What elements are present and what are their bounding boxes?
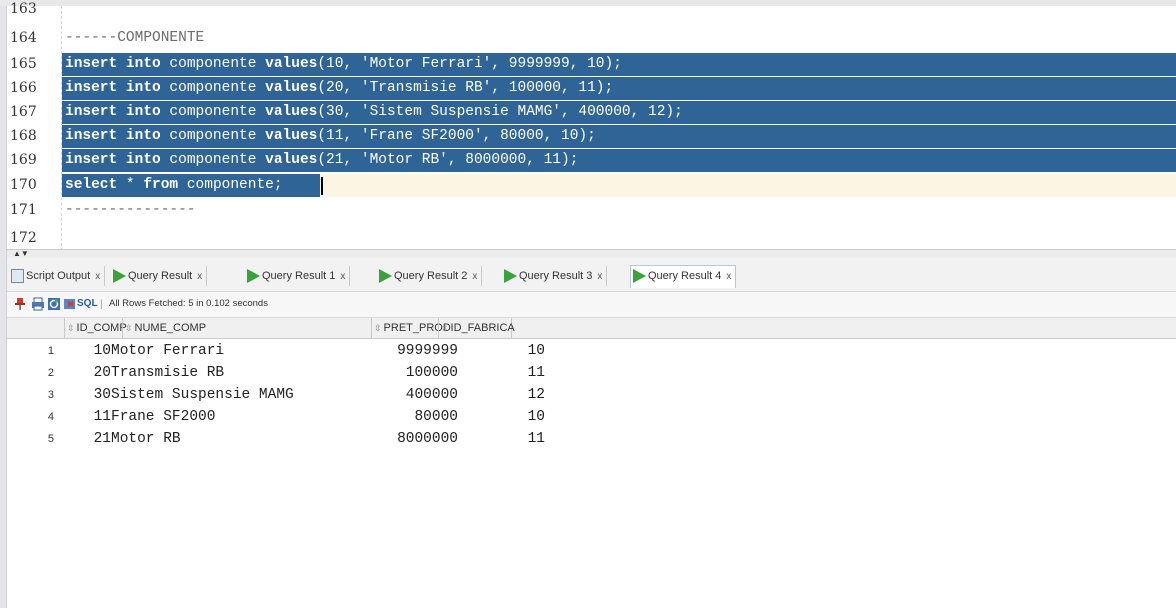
cell-id-fabrica[interactable]: 10 xyxy=(477,406,545,428)
column-header-nume-comp[interactable]: ⇳ NUME_COMP xyxy=(122,318,371,338)
close-icon[interactable]: x xyxy=(597,271,602,282)
cell-pret-prod[interactable]: 400000 xyxy=(367,384,458,406)
column-header-id-fabrica[interactable]: ⇳ ID_FABRICA xyxy=(438,318,515,338)
sort-icon[interactable]: ⇳ xyxy=(67,323,75,333)
query-result-icon xyxy=(504,269,517,284)
editor-line[interactable]: 169 insert into componente values(21, 'M… xyxy=(7,149,1176,172)
comment-text: --------------- xyxy=(65,202,196,218)
tab-query-result-1[interactable]: Query Result 1x xyxy=(245,266,351,286)
cell-pret-prod[interactable]: 80000 xyxy=(367,406,458,428)
editor-line[interactable]: 167 insert into componente values(30, 'S… xyxy=(7,101,1176,124)
cell-nume-comp[interactable]: Motor Ferrari xyxy=(111,340,224,362)
sort-icon[interactable]: ⇳ xyxy=(374,323,382,333)
close-icon[interactable]: x xyxy=(95,271,100,282)
editor-line-current[interactable]: 170 select * from componente; xyxy=(7,174,1176,197)
editor-line[interactable]: 166 insert into componente values(20, 'T… xyxy=(7,77,1176,100)
collapse-arrows-icon[interactable]: ▲▼ xyxy=(13,250,29,258)
result-tabs-bar: Script Output x Query Result x Query Resul… xyxy=(7,258,1176,292)
cell-nume-comp[interactable]: Frane SF2000 xyxy=(111,406,215,428)
selected-code: select * from componente; xyxy=(62,174,320,197)
tab-query-result-2[interactable]: Query Result 2x xyxy=(377,266,483,286)
editor-line[interactable]: 164 ------COMPONENTE xyxy=(7,27,1176,50)
cell-id-comp[interactable]: 30 xyxy=(67,384,111,406)
refresh-icon[interactable] xyxy=(47,297,61,311)
row-number: 3 xyxy=(47,389,54,401)
table-row[interactable]: 3 30 Sistem Suspensie MAMG 400000 12 xyxy=(7,384,545,406)
export-icon[interactable] xyxy=(63,297,77,311)
query-result-icon xyxy=(113,269,126,284)
pane-splitter[interactable]: ▲▼ xyxy=(7,249,1176,258)
line-number: 163 xyxy=(10,1,37,17)
line-number: 164 xyxy=(10,30,37,46)
line-number: 169 xyxy=(10,152,37,168)
cell-nume-comp[interactable]: Transmisie RB xyxy=(111,362,224,384)
cell-id-fabrica[interactable]: 10 xyxy=(477,340,545,362)
results-toolbar: SQL | All Rows Fetched: 5 in 0.102 secon… xyxy=(7,292,1176,318)
selected-code: insert into componente values(20, 'Trans… xyxy=(62,77,1176,100)
cell-nume-comp[interactable]: Motor RB xyxy=(111,428,181,450)
line-number: 167 xyxy=(10,104,37,120)
close-icon[interactable]: x xyxy=(472,271,477,282)
text-caret xyxy=(321,177,323,195)
close-icon[interactable]: x xyxy=(197,271,202,282)
tab-query-result-4[interactable]: Query Result 4x xyxy=(630,265,737,288)
selected-code: insert into componente values(11, 'Frane… xyxy=(62,125,1176,148)
table-row[interactable]: 4 11 Frane SF2000 80000 10 xyxy=(7,406,545,428)
table-row[interactable]: 5 21 Motor RB 8000000 11 xyxy=(7,428,545,450)
column-header-pret-prod[interactable]: ⇳ PRET_PROD xyxy=(371,318,451,338)
fetch-status-text: All Rows Fetched: 5 in 0.102 seconds xyxy=(109,298,268,309)
pin-icon[interactable] xyxy=(13,297,27,311)
editor-line[interactable]: 172 xyxy=(7,227,1176,250)
cell-id-fabrica[interactable]: 12 xyxy=(477,384,545,406)
grid-header-row: ⇳ ID_COMP ⇳ NUME_COMP ⇳ PRET_PROD ⇳ ID_FABRI… xyxy=(7,318,1176,339)
row-number: 1 xyxy=(47,345,54,357)
selected-code: insert into componente values(30, 'Siste… xyxy=(62,101,1176,124)
tab-script-output[interactable]: Script Output x xyxy=(9,266,106,286)
table-row[interactable]: 2 20 Transmisie RB 100000 11 xyxy=(7,362,545,384)
selected-code: insert into componente values(10, 'Motor… xyxy=(62,53,1176,76)
line-number: 172 xyxy=(10,230,37,246)
cell-id-fabrica[interactable]: 11 xyxy=(477,362,545,384)
cell-id-fabrica[interactable]: 11 xyxy=(477,428,545,450)
line-number: 165 xyxy=(10,56,37,72)
query-result-icon xyxy=(633,269,646,284)
toolbar-separator: | xyxy=(100,299,103,310)
sort-icon[interactable]: ⇳ xyxy=(441,323,449,333)
tab-query-result[interactable]: Query Result x xyxy=(111,266,208,286)
editor-line[interactable]: 171 --------------- xyxy=(7,199,1176,222)
cell-pret-prod[interactable]: 8000000 xyxy=(367,428,458,450)
close-icon[interactable]: x xyxy=(340,271,345,282)
cell-id-comp[interactable]: 21 xyxy=(67,428,111,450)
cell-id-comp[interactable]: 10 xyxy=(67,340,111,362)
script-output-icon xyxy=(11,269,24,284)
row-number: 4 xyxy=(47,411,54,423)
tab-query-result-3[interactable]: Query Result 3x xyxy=(502,266,608,286)
sort-icon[interactable]: ⇳ xyxy=(125,323,133,333)
table-row[interactable]: 1 10 Motor Ferrari 9999999 10 xyxy=(7,340,545,362)
editor-line[interactable]: 163 xyxy=(7,0,1176,21)
comment-text: ------COMPONENTE xyxy=(65,30,205,46)
cell-id-comp[interactable]: 11 xyxy=(67,406,111,428)
sql-button[interactable]: SQL xyxy=(77,297,98,311)
close-icon[interactable]: x xyxy=(726,271,731,282)
column-header-id-comp[interactable]: ⇳ ID_COMP xyxy=(64,318,127,338)
cell-pret-prod[interactable]: 9999999 xyxy=(367,340,458,362)
cell-nume-comp[interactable]: Sistem Suspensie MAMG xyxy=(111,384,294,406)
cell-pret-prod[interactable]: 100000 xyxy=(367,362,458,384)
row-number: 5 xyxy=(47,433,54,445)
print-icon[interactable] xyxy=(31,297,45,311)
left-side-bar xyxy=(0,6,7,608)
line-number: 166 xyxy=(10,80,37,96)
sql-editor[interactable]: 163 164 ------COMPONENTE 165 insert into… xyxy=(7,1,1176,256)
line-number: 168 xyxy=(10,128,37,144)
row-number: 2 xyxy=(47,367,54,379)
line-number: 170 xyxy=(10,177,37,193)
query-result-icon xyxy=(379,269,392,284)
line-number: 171 xyxy=(10,202,37,218)
cell-id-comp[interactable]: 20 xyxy=(67,362,111,384)
query-result-icon xyxy=(247,269,260,284)
selected-code: insert into componente values(21, 'Motor… xyxy=(62,149,1176,172)
editor-line[interactable]: 165 insert into componente values(10, 'M… xyxy=(7,53,1176,76)
editor-line[interactable]: 168 insert into componente values(11, 'F… xyxy=(7,125,1176,148)
